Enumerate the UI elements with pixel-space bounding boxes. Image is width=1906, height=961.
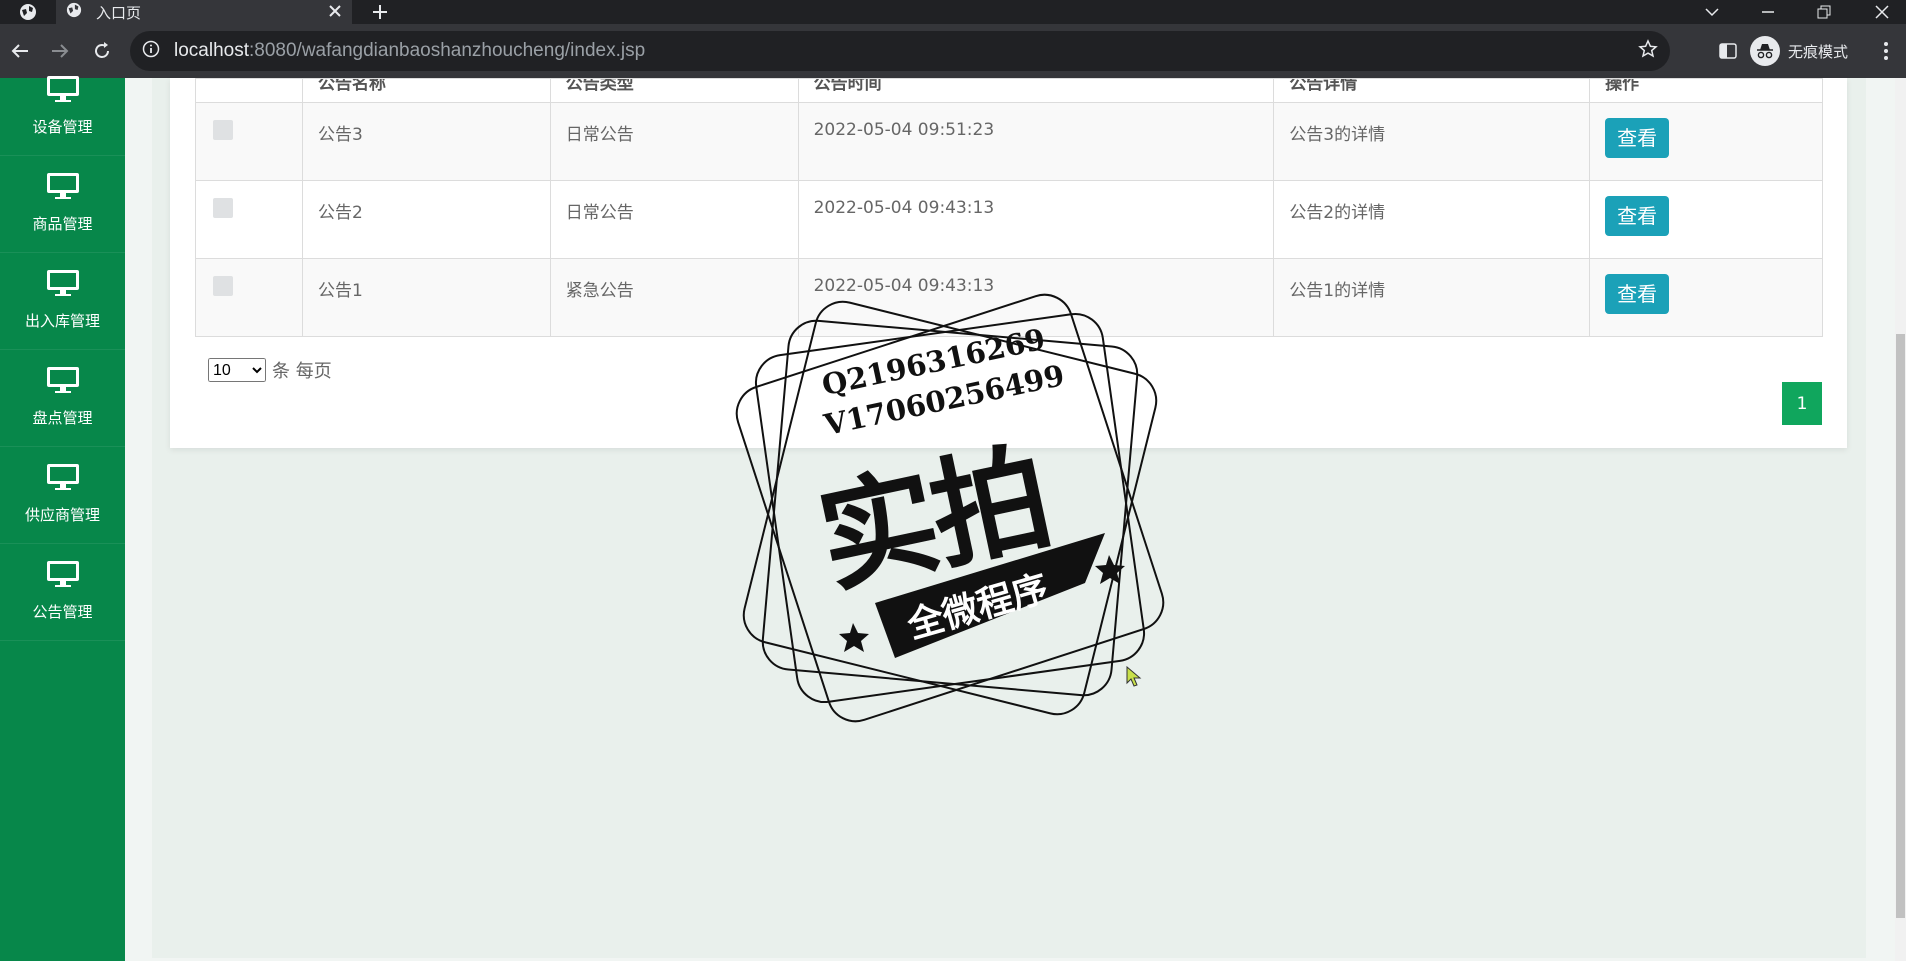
sidebar-item-devices[interactable]: 设备管理 bbox=[0, 59, 125, 156]
col-time[interactable]: 公告时间 bbox=[797, 78, 1275, 103]
cell-detail: 公告3的详情 bbox=[1273, 102, 1591, 181]
page-size-select[interactable]: 10 bbox=[208, 358, 266, 382]
browser-tabstrip: 入口页 bbox=[0, 0, 1906, 24]
mouse-cursor-icon bbox=[1126, 665, 1142, 692]
sidebar-item-label: 公告管理 bbox=[32, 603, 93, 621]
table-row: 公告3 日常公告 2022-05-04 09:51:23 公告3的详情 查看 bbox=[195, 102, 1823, 181]
reading-list-icon[interactable] bbox=[1716, 39, 1740, 63]
url-path: :8080/wafangdianbaoshanzhoucheng/index.j… bbox=[249, 40, 646, 61]
row-checkbox[interactable] bbox=[213, 198, 233, 218]
tab-search-chevron-icon[interactable] bbox=[1700, 0, 1724, 24]
sidebar-item-stocktake[interactable]: 盘点管理 bbox=[0, 350, 125, 447]
incognito-indicator[interactable]: 无痕模式 bbox=[1750, 36, 1848, 66]
url-host: localhost bbox=[174, 40, 249, 61]
row-checkbox-cell bbox=[195, 102, 303, 181]
col-name[interactable]: 公告名称 bbox=[301, 78, 551, 103]
tab-title: 入口页 bbox=[96, 3, 142, 22]
info-icon[interactable] bbox=[142, 40, 160, 62]
cell-time: 2022-05-04 09:43:13 bbox=[797, 258, 1275, 337]
sidebar-item-inventory-io[interactable]: 出入库管理 bbox=[0, 253, 125, 350]
page-size-suffix: 条 每页 bbox=[272, 361, 332, 382]
browser-toolbar: localhost:8080/wafangdianbaoshanzhouchen… bbox=[0, 24, 1906, 78]
sidebar-item-label: 出入库管理 bbox=[24, 312, 100, 330]
cell-name: 公告1 bbox=[301, 258, 551, 337]
close-tab-icon[interactable] bbox=[328, 3, 342, 22]
view-button[interactable]: 查看 bbox=[1605, 118, 1670, 158]
cell-action: 查看 bbox=[1589, 258, 1823, 337]
cell-detail: 公告2的详情 bbox=[1273, 180, 1591, 259]
minimize-icon[interactable] bbox=[1756, 0, 1780, 24]
sidebar-item-label: 商品管理 bbox=[32, 215, 93, 233]
cell-time: 2022-05-04 09:51:23 bbox=[797, 102, 1275, 181]
cell-type: 日常公告 bbox=[549, 102, 799, 181]
sidebar-item-label: 供应商管理 bbox=[24, 506, 100, 524]
sidebar-item-products[interactable]: 商品管理 bbox=[0, 156, 125, 253]
sidebar-item-announcements[interactable]: 公告管理 bbox=[0, 544, 125, 641]
col-select bbox=[195, 78, 303, 103]
row-checkbox[interactable] bbox=[213, 120, 233, 140]
restore-icon[interactable] bbox=[1812, 0, 1836, 24]
incognito-label: 无痕模式 bbox=[1788, 42, 1849, 61]
page-button-current[interactable]: 1 bbox=[1782, 382, 1822, 425]
table-row: 公告2 日常公告 2022-05-04 09:43:13 公告2的详情 查看 bbox=[195, 180, 1823, 259]
cell-name: 公告3 bbox=[301, 102, 551, 181]
row-checkbox-cell bbox=[195, 180, 303, 259]
monitor-icon bbox=[45, 268, 81, 302]
cell-action: 查看 bbox=[1589, 102, 1823, 181]
row-checkbox-cell bbox=[195, 258, 303, 337]
sidebar: 设备管理 商品管理 出入库管理 盘点管理 供应商管理 公告管理 bbox=[0, 76, 125, 961]
address-bar[interactable]: localhost:8080/wafangdianbaoshanzhouchen… bbox=[130, 31, 1670, 71]
view-button[interactable]: 查看 bbox=[1605, 196, 1670, 236]
sidebar-item-label: 盘点管理 bbox=[32, 409, 93, 427]
cell-type: 日常公告 bbox=[549, 180, 799, 259]
globe-icon[interactable] bbox=[14, 0, 42, 24]
favicon-globe-icon bbox=[66, 2, 82, 22]
menu-dots-icon[interactable] bbox=[1876, 39, 1896, 63]
monitor-icon bbox=[45, 462, 81, 496]
scrollbar-thumb[interactable] bbox=[1896, 334, 1905, 918]
monitor-icon bbox=[45, 74, 81, 108]
col-action: 操作 bbox=[1589, 78, 1823, 103]
sidebar-item-label: 设备管理 bbox=[32, 118, 93, 136]
page-size-control: 10 条 每页 bbox=[208, 357, 332, 383]
bookmark-star-icon[interactable] bbox=[1638, 39, 1658, 63]
col-type[interactable]: 公告类型 bbox=[549, 78, 799, 103]
incognito-icon bbox=[1750, 36, 1780, 66]
row-checkbox[interactable] bbox=[213, 276, 233, 296]
cell-type: 紧急公告 bbox=[549, 258, 799, 337]
table-row: 公告1 紧急公告 2022-05-04 09:43:13 公告1的详情 查看 bbox=[195, 258, 1823, 337]
announcement-table: 公告名称 公告类型 公告时间 公告详情 操作 公告3 日常公告 2022-05-… bbox=[195, 78, 1823, 337]
sidebar-item-suppliers[interactable]: 供应商管理 bbox=[0, 447, 125, 544]
monitor-icon bbox=[45, 171, 81, 205]
url-text[interactable]: localhost:8080/wafangdianbaoshanzhouchen… bbox=[174, 40, 1638, 62]
view-button[interactable]: 查看 bbox=[1605, 274, 1670, 314]
cell-name: 公告2 bbox=[301, 180, 551, 259]
col-detail[interactable]: 公告详情 bbox=[1273, 78, 1591, 103]
close-window-icon[interactable] bbox=[1870, 0, 1894, 24]
new-tab-icon[interactable] bbox=[368, 0, 392, 24]
cell-detail: 公告1的详情 bbox=[1273, 258, 1591, 337]
table-header-row: 公告名称 公告类型 公告时间 公告详情 操作 bbox=[195, 78, 1823, 103]
cell-time: 2022-05-04 09:43:13 bbox=[797, 180, 1275, 259]
monitor-icon bbox=[45, 365, 81, 399]
monitor-icon bbox=[45, 559, 81, 593]
cell-action: 查看 bbox=[1589, 180, 1823, 259]
active-tab[interactable]: 入口页 bbox=[56, 0, 352, 24]
